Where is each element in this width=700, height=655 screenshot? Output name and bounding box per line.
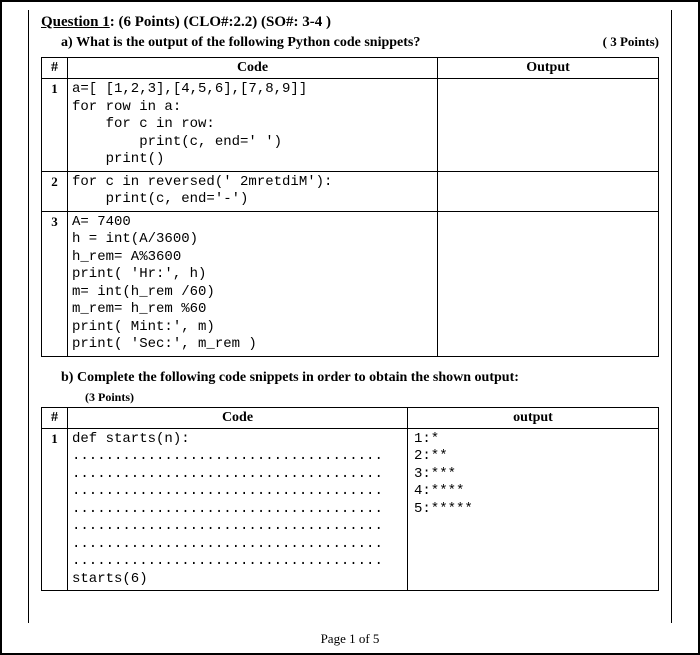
row-index: 3 [42, 211, 68, 356]
part-b-header: b) Complete the following code snippets … [41, 367, 659, 390]
col-header-idx: # [42, 58, 68, 79]
part-a-points: ( 3 Points) [603, 34, 659, 50]
table-row: 3 A= 7400 h = int(A/3600) h_rem= A%3600 … [42, 211, 659, 356]
table-row: 1 def starts(n): .......................… [42, 428, 659, 591]
part-b-points: (3 Points) [41, 390, 659, 405]
table-header-row: # Code Output [42, 58, 659, 79]
page-footer: Page 1 of 5 [2, 631, 698, 647]
part-b-table: # Code output 1 def starts(n): .........… [41, 407, 659, 592]
table-row: 2 for c in reversed(' 2mretdiM'): print(… [42, 171, 659, 211]
expected-output: 1:* 2:** 3:*** 4:**** 5:***** [408, 428, 659, 591]
row-index: 1 [42, 428, 68, 591]
col-header-output: output [408, 407, 659, 428]
exam-page: Question 1: (6 Points) (CLO#:2.2) (SO#: … [0, 0, 700, 655]
content-frame: Question 1: (6 Points) (CLO#:2.2) (SO#: … [28, 10, 672, 623]
col-header-idx: # [42, 407, 68, 428]
table-row: 1 a=[ [1,2,3],[4,5,6],[7,8,9]] for row i… [42, 79, 659, 172]
part-a-header: a) What is the output of the following P… [41, 31, 659, 55]
output-cell [438, 171, 659, 211]
part-b-text: Complete the following code snippets in … [77, 370, 519, 386]
row-index: 1 [42, 79, 68, 172]
code-snippet: a=[ [1,2,3],[4,5,6],[7,8,9]] for row in … [68, 79, 438, 172]
code-snippet: A= 7400 h = int(A/3600) h_rem= A%3600 pr… [68, 211, 438, 356]
code-snippet: for c in reversed(' 2mretdiM'): print(c,… [68, 171, 438, 211]
question-meta: : (6 Points) (CLO#:2.2) (SO#: 3-4 ) [110, 14, 331, 30]
output-cell [438, 79, 659, 172]
question-title: Question 1: (6 Points) (CLO#:2.2) (SO#: … [41, 14, 659, 31]
output-cell [438, 211, 659, 356]
code-snippet: def starts(n): .........................… [68, 428, 408, 591]
question-label: Question 1 [41, 14, 110, 30]
row-index: 2 [42, 171, 68, 211]
col-header-code: Code [68, 407, 408, 428]
part-a-table: # Code Output 1 a=[ [1,2,3],[4,5,6],[7,8… [41, 57, 659, 357]
part-a-label: a) [61, 35, 73, 51]
table-header-row: # Code output [42, 407, 659, 428]
col-header-code: Code [68, 58, 438, 79]
col-header-output: Output [438, 58, 659, 79]
part-b-label: b) [61, 370, 73, 386]
part-a-text: What is the output of the following Pyth… [76, 35, 420, 51]
